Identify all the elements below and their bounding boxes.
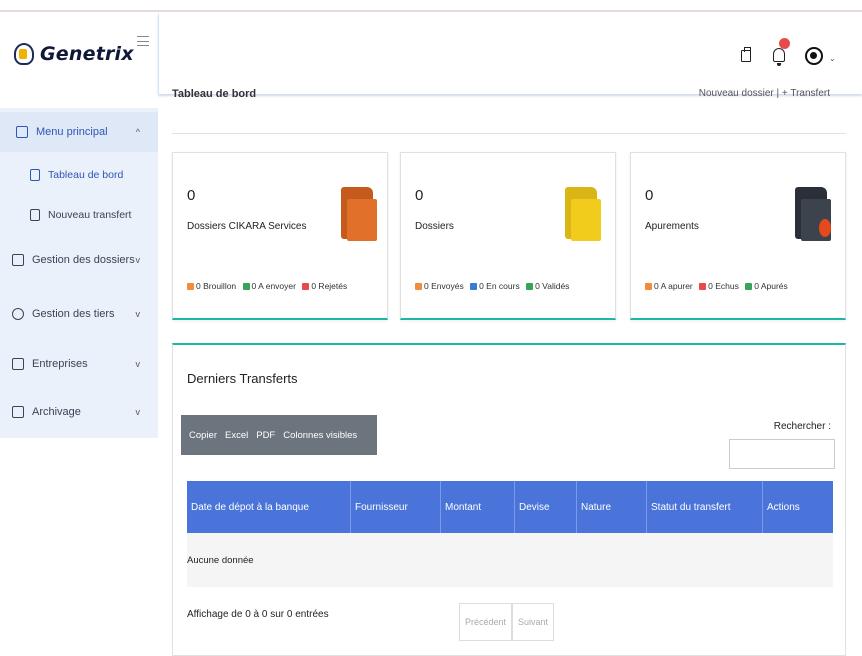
top-bar: ⌄: [158, 14, 862, 94]
sidebar-item-label: Menu principal: [36, 126, 108, 138]
table-empty-row: Aucune donnée: [187, 533, 833, 587]
sidebar-item-label: Gestion des dossiers: [32, 254, 135, 266]
pdf-button[interactable]: PDF: [256, 430, 275, 441]
column-header[interactable]: Fournisseur: [351, 481, 441, 533]
transfers-title: Derniers Transferts: [187, 371, 298, 386]
chevron-down-icon: v: [135, 359, 141, 369]
stat-legend: 0 Brouillon 0 A envoyer 0 Rejetés: [187, 281, 347, 291]
search-input[interactable]: [729, 439, 835, 469]
export-button-group: Copier Excel PDF Colonnes visibles: [181, 415, 377, 455]
people-icon: [12, 308, 24, 320]
chevron-up-icon: ^: [135, 127, 140, 137]
stat-title: Dossiers CIKARA Services: [187, 221, 307, 232]
column-header[interactable]: Actions: [763, 481, 833, 533]
stat-title: Dossiers: [415, 221, 454, 232]
stat-title: Apurements: [645, 221, 699, 232]
sidebar-item-archivage[interactable]: Archivage v: [0, 392, 158, 432]
column-header[interactable]: Date de dépot à la banque: [187, 481, 351, 533]
hamburger-menu-icon[interactable]: [137, 36, 149, 46]
table-info: Affichage de 0 à 0 sur 0 entrées: [187, 609, 329, 620]
divider: [172, 133, 846, 134]
sidebar-item-label: Archivage: [32, 406, 81, 418]
sidebar-item-entreprises[interactable]: Entreprises v: [0, 344, 158, 384]
pagination: Précédent Suivant: [459, 603, 555, 641]
bell-icon[interactable]: [773, 48, 785, 66]
sidebar-item-label: Nouveau transfert: [48, 209, 132, 221]
visible-columns-button[interactable]: Colonnes visibles: [283, 430, 357, 441]
copy-button[interactable]: Copier: [189, 430, 217, 441]
stat-card-dossiers-cikara: 0 Dossiers CIKARA Services 0 Brouillon 0…: [172, 152, 388, 320]
chevron-down-icon: v: [135, 255, 141, 265]
transfers-card: Derniers Transferts Copier Excel PDF Col…: [172, 343, 846, 656]
building-icon: [12, 358, 24, 370]
top-accent-line: [0, 10, 862, 12]
excel-button[interactable]: Excel: [225, 430, 248, 441]
breadcrumb[interactable]: Nouveau dossier | + Transfert: [699, 88, 830, 99]
stat-value: 0: [187, 187, 196, 204]
sidebar-item-menu-principal[interactable]: Menu principal ^: [0, 112, 158, 152]
sidebar-item-tableau-de-bord[interactable]: Tableau de bord: [30, 160, 123, 190]
chevron-down-icon: v: [135, 309, 141, 319]
dashboard-icon: [30, 169, 40, 181]
stat-legend: 0 A apurer 0 Echus 0 Apurés: [645, 281, 788, 291]
previous-page-button[interactable]: Précédent: [459, 603, 513, 641]
grid-icon: [16, 126, 28, 138]
documents-icon[interactable]: [741, 47, 751, 62]
stat-value: 0: [645, 187, 654, 204]
sidebar-item-nouveau-transfert[interactable]: Nouveau transfert: [30, 200, 131, 230]
brand-name: Genetrix: [40, 43, 134, 65]
page-title: Tableau de bord: [172, 88, 257, 100]
sidebar-item-label: Tableau de bord: [48, 169, 124, 181]
sidebar-item-gestion-tiers[interactable]: Gestion des tiers v: [0, 294, 158, 334]
notification-badge: [779, 38, 790, 49]
document-icon: [30, 209, 40, 221]
sidebar-item-gestion-dossiers[interactable]: Gestion des dossiers v: [0, 240, 158, 280]
stat-card-apurements: 0 Apurements 0 A apurer 0 Echus 0 Apurés: [630, 152, 846, 320]
column-header[interactable]: Devise: [515, 481, 577, 533]
user-menu-chevron-icon[interactable]: ⌄: [829, 54, 836, 63]
table-header: Date de dépot à la banque Fournisseur Mo…: [187, 481, 833, 533]
column-header[interactable]: Statut du transfert: [647, 481, 763, 533]
sidebar: Menu principal ^ Tableau de bord Nouveau…: [0, 108, 158, 438]
user-avatar-icon[interactable]: [805, 47, 823, 65]
folder-icon: [12, 254, 24, 266]
genetrix-logo-icon: [14, 43, 34, 65]
stat-card-dossiers: 0 Dossiers 0 Envoyés 0 En cours 0 Validé…: [400, 152, 616, 320]
column-header[interactable]: Montant: [441, 481, 515, 533]
search-label: Rechercher :: [773, 421, 831, 432]
archive-icon: [12, 406, 24, 418]
stat-value: 0: [415, 187, 424, 204]
column-header[interactable]: Nature: [577, 481, 647, 533]
sidebar-item-label: Gestion des tiers: [32, 308, 115, 320]
next-page-button[interactable]: Suivant: [512, 603, 555, 641]
stat-legend: 0 Envoyés 0 En cours 0 Validés: [415, 281, 569, 291]
chevron-down-icon: v: [135, 407, 141, 417]
sidebar-item-label: Entreprises: [32, 358, 88, 370]
brand-area: Genetrix: [0, 14, 158, 94]
